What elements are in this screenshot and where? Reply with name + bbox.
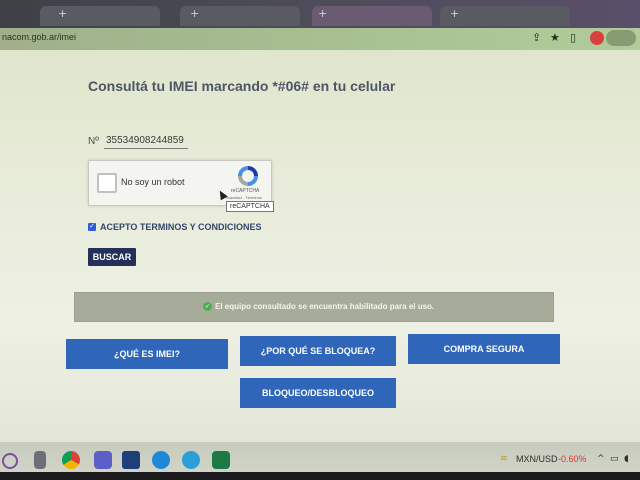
network-icon[interactable]: ▭ bbox=[610, 454, 619, 464]
chrome-icon[interactable] bbox=[62, 451, 80, 469]
extension-icon[interactable]: ▯ bbox=[570, 31, 576, 44]
recaptcha-checkbox[interactable] bbox=[97, 173, 117, 193]
imei-label: Nº bbox=[88, 136, 99, 147]
url-text[interactable]: nacom.gob.ar/imei bbox=[2, 32, 76, 42]
status-message: El equipo consultado se encuentra habili… bbox=[215, 302, 435, 311]
excel-icon[interactable] bbox=[212, 451, 230, 469]
check-circle-icon: ✓ bbox=[203, 302, 212, 311]
browser-tab[interactable]: + bbox=[440, 6, 570, 26]
browser-tab[interactable]: + bbox=[180, 6, 300, 26]
address-bar[interactable]: nacom.gob.ar/imei ⇪ ★ ▯ bbox=[0, 28, 640, 50]
browser-tab[interactable]: + bbox=[40, 6, 160, 26]
block-unblock-button[interactable]: BLOQUEO/DESBLOQUEO bbox=[240, 378, 396, 408]
screen-bezel bbox=[0, 472, 640, 480]
plus-icon: + bbox=[58, 7, 68, 20]
chart-icon: ≋ bbox=[500, 454, 508, 464]
recaptcha-links[interactable]: Privacidad - Términos bbox=[223, 195, 262, 200]
browser-tab[interactable]: + bbox=[312, 6, 432, 26]
share-icon[interactable]: ⇪ bbox=[532, 31, 541, 44]
volume-icon[interactable]: ◖ bbox=[624, 454, 629, 464]
safe-purchase-button[interactable]: COMPRA SEGURA bbox=[408, 334, 560, 364]
imei-input[interactable] bbox=[104, 133, 188, 149]
plus-icon: + bbox=[318, 7, 328, 20]
currency-pair[interactable]: MXN/USD bbox=[516, 454, 558, 464]
terms-checkbox[interactable]: ✓ bbox=[88, 223, 96, 231]
page-title: Consultá tu IMEI marcando *#06# en tu ce… bbox=[88, 78, 396, 94]
page-content: Consultá tu IMEI marcando *#06# en tu ce… bbox=[0, 50, 640, 442]
clock-icon[interactable] bbox=[122, 451, 140, 469]
recaptcha-brand: reCAPTCHA bbox=[231, 188, 260, 194]
recaptcha-widget: No soy un robot reCAPTCHA Privacidad - T… bbox=[88, 160, 272, 206]
what-is-imei-button[interactable]: ¿QUÉ ES IMEI? bbox=[66, 339, 228, 369]
chevron-up-icon[interactable]: ^ bbox=[597, 454, 605, 464]
teams-icon[interactable] bbox=[94, 451, 112, 469]
calculator-icon[interactable] bbox=[34, 451, 46, 469]
plus-icon: + bbox=[450, 7, 460, 20]
search-button[interactable]: BUSCAR bbox=[88, 248, 136, 266]
plus-icon: + bbox=[190, 7, 200, 20]
edge-icon[interactable] bbox=[152, 451, 170, 469]
star-icon[interactable]: ★ bbox=[550, 31, 560, 44]
search-circle-icon[interactable] bbox=[2, 453, 18, 469]
edge-icon[interactable] bbox=[182, 451, 200, 469]
terms-label[interactable]: ACEPTO TERMINOS Y CONDICIONES bbox=[100, 222, 262, 232]
currency-change: -0.60% bbox=[558, 454, 587, 464]
browser-tab-strip: + + + + bbox=[0, 0, 640, 28]
avatar[interactable] bbox=[590, 31, 604, 45]
why-blocked-button[interactable]: ¿POR QUÉ SE BLOQUEA? bbox=[240, 336, 396, 366]
recaptcha-logo-icon bbox=[238, 166, 258, 186]
status-bar: ✓ El equipo consultado se encuentra habi… bbox=[74, 292, 554, 322]
profile-button[interactable] bbox=[606, 30, 636, 46]
recaptcha-label: No soy un robot bbox=[121, 177, 185, 187]
recaptcha-tooltip: reCAPTCHA bbox=[226, 201, 274, 212]
